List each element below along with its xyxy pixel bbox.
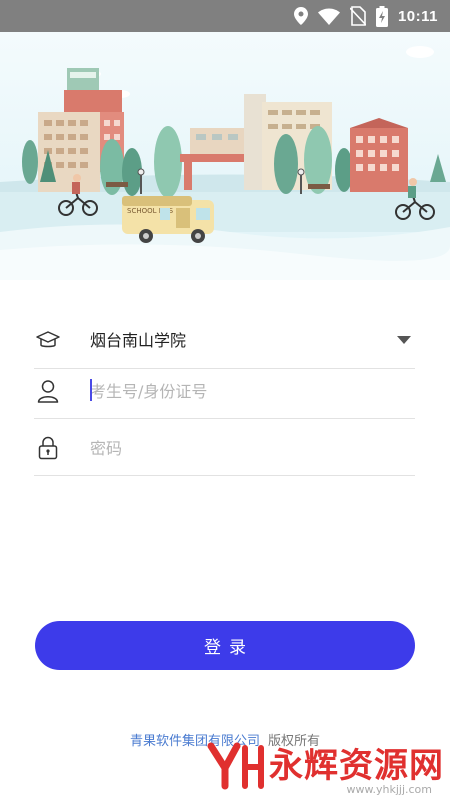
watermark-text: 永辉资源网	[269, 746, 444, 786]
school-selector[interactable]: 烟台南山学院	[34, 313, 415, 369]
campus-illustration: SCHOOL BUS	[0, 32, 450, 280]
password-input[interactable]	[90, 434, 390, 462]
status-time: 10:11	[397, 7, 438, 25]
text-cursor	[90, 379, 92, 401]
battery-charging-icon	[375, 5, 388, 27]
no-sim-icon	[349, 6, 366, 26]
watermark-url: www.yhkjjj.com	[346, 783, 433, 796]
username-input[interactable]	[90, 377, 390, 405]
school-name: 烟台南山学院	[90, 331, 187, 350]
status-bar: 10:11	[0, 0, 450, 32]
user-icon	[36, 379, 60, 403]
lock-icon	[36, 436, 60, 460]
username-row	[34, 363, 415, 419]
watermark-logo-icon	[207, 742, 264, 790]
password-row	[34, 420, 415, 476]
location-icon	[293, 7, 308, 25]
graduation-cap-icon	[36, 329, 60, 353]
campus-banner: SCHOOL BUS	[0, 32, 450, 280]
login-button[interactable]: 登录	[35, 621, 415, 670]
wifi-icon	[317, 8, 340, 25]
dropdown-arrow-icon[interactable]	[397, 336, 411, 344]
